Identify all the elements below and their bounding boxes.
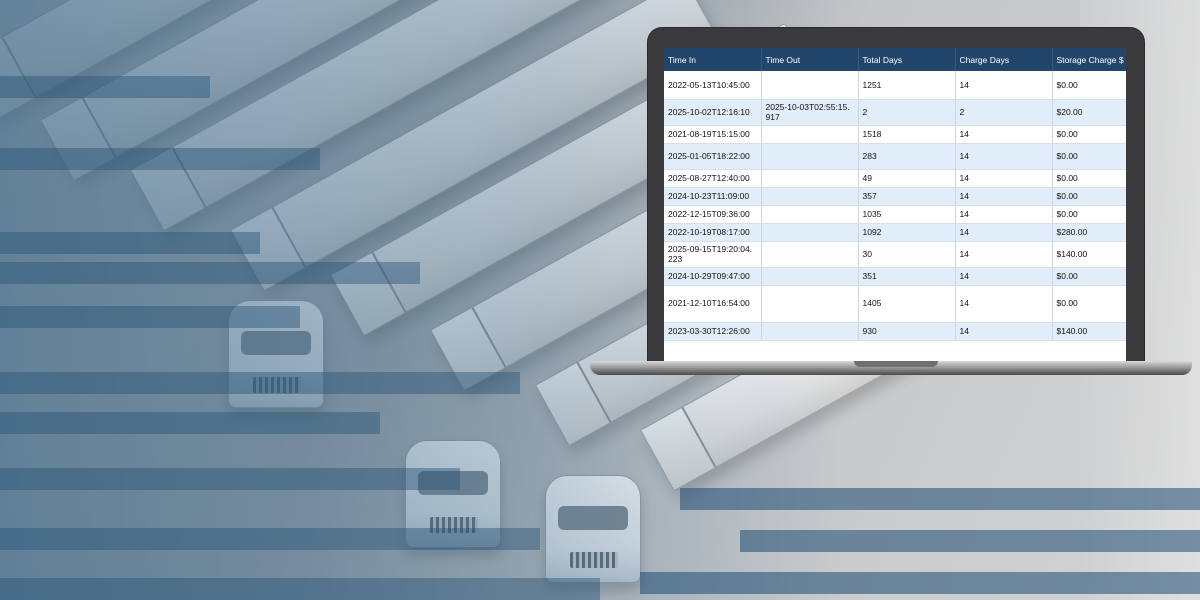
cell-total-days: 2	[858, 99, 956, 126]
cell-storage-charge: $0.00	[1052, 71, 1126, 100]
table-row[interactable]: 2021-12-10T16:54:00 1405 14 $0.00	[664, 285, 1126, 323]
column-header-charge-days[interactable]: Charge Days	[955, 48, 1053, 71]
cell-time-in: 2025-01-05T18:22:00	[664, 143, 762, 170]
cell-time-in: 2022-10-19T08:17:00	[664, 223, 762, 242]
cell-time-in: 2025-09-15T19:20:04.223	[664, 241, 762, 268]
stripe	[0, 412, 380, 434]
laptop-screen: Time In Time Out Total Days Charge Days …	[664, 48, 1126, 361]
cell-storage-charge: $0.00	[1052, 143, 1126, 170]
cell-time-in: 2021-12-10T16:54:00	[664, 285, 762, 323]
stripe	[0, 76, 210, 98]
table-row[interactable]: 2024-10-23T11:09:00 357 14 $0.00	[664, 187, 1126, 206]
cell-charge-days: 14	[955, 187, 1053, 206]
storage-charges-table: Time In Time Out Total Days Charge Days …	[664, 48, 1126, 341]
table-row[interactable]: 2022-12-15T09:36:00 1035 14 $0.00	[664, 205, 1126, 224]
table-body: 2022-05-13T10:45:00 1251 14 $0.00 2025-10-02…	[664, 71, 1126, 341]
cell-total-days: 357	[858, 187, 956, 206]
cell-total-days: 1092	[858, 223, 956, 242]
cell-time-out	[761, 169, 859, 188]
stripe	[0, 528, 540, 550]
cell-storage-charge: $0.00	[1052, 187, 1126, 206]
cell-time-out	[761, 285, 859, 323]
column-header-total-days[interactable]: Total Days	[858, 48, 956, 71]
table-row[interactable]: 2024-10-29T09:47:00 351 14 $0.00	[664, 267, 1126, 286]
table-row[interactable]: 2021-08-19T15:15:00 1518 14 $0.00	[664, 125, 1126, 144]
cell-time-in: 2023-03-30T12:26:00	[664, 322, 762, 341]
cell-total-days: 49	[858, 169, 956, 188]
cell-time-in: 2021-08-19T15:15:00	[664, 125, 762, 144]
cell-total-days: 1251	[858, 71, 956, 100]
table-header-row: Time In Time Out Total Days Charge Days …	[664, 48, 1126, 71]
cell-total-days: 30	[858, 241, 956, 268]
cell-time-out	[761, 125, 859, 144]
stripe	[0, 468, 460, 490]
cell-storage-charge: $20.00	[1052, 99, 1126, 126]
stripe	[740, 530, 1200, 552]
cell-charge-days: 14	[955, 143, 1053, 170]
table-row[interactable]: 2025-09-15T19:20:04.223 30 14 $140.00	[664, 241, 1126, 268]
cell-storage-charge: $0.00	[1052, 285, 1126, 323]
stripe	[0, 148, 320, 170]
cell-charge-days: 14	[955, 322, 1053, 341]
cell-storage-charge: $0.00	[1052, 169, 1126, 188]
column-header-time-out[interactable]: Time Out	[761, 48, 859, 71]
stripe	[0, 262, 420, 284]
table-row[interactable]: 2023-03-30T12:26:00 930 14 $140.00	[664, 322, 1126, 341]
stripe	[0, 232, 260, 254]
laptop-notch	[854, 361, 938, 367]
stripe	[680, 488, 1200, 510]
cell-total-days: 1518	[858, 125, 956, 144]
stripe	[640, 572, 1200, 594]
cell-storage-charge: $0.00	[1052, 267, 1126, 286]
stripe	[0, 578, 600, 600]
cell-total-days: 351	[858, 267, 956, 286]
cell-time-out	[761, 241, 859, 268]
cell-time-out	[761, 322, 859, 341]
cell-time-in: 2024-10-23T11:09:00	[664, 187, 762, 206]
cell-time-in: 2024-10-29T09:47:00	[664, 267, 762, 286]
cell-charge-days: 14	[955, 241, 1053, 268]
cell-charge-days: 14	[955, 223, 1053, 242]
table-row[interactable]: 2022-10-19T08:17:00 1092 14 $280.00	[664, 223, 1126, 242]
column-header-storage-charge[interactable]: Storage Charge $	[1052, 48, 1126, 71]
cell-total-days: 1405	[858, 285, 956, 323]
column-header-time-in[interactable]: Time In	[664, 48, 762, 71]
cell-time-out	[761, 143, 859, 170]
cell-charge-days: 14	[955, 71, 1053, 100]
cell-time-out	[761, 267, 859, 286]
cell-total-days: 283	[858, 143, 956, 170]
cell-time-in: 2022-05-13T10:45:00	[664, 71, 762, 100]
cell-storage-charge: $280.00	[1052, 223, 1126, 242]
cell-time-in: 2025-08-27T12:40:00	[664, 169, 762, 188]
table-row[interactable]: 2025-01-05T18:22:00 283 14 $0.00	[664, 143, 1126, 170]
cell-time-in: 2025-10-02T12:16:10	[664, 99, 762, 126]
cell-charge-days: 14	[955, 125, 1053, 144]
cell-time-out	[761, 71, 859, 100]
cell-charge-days: 14	[955, 205, 1053, 224]
cell-time-out	[761, 223, 859, 242]
cell-storage-charge: $0.00	[1052, 205, 1126, 224]
table-row[interactable]: 2025-10-02T12:16:10 2025-10-03T02:55:15.9…	[664, 99, 1126, 126]
cell-total-days: 930	[858, 322, 956, 341]
stripe	[0, 372, 520, 394]
cell-charge-days: 14	[955, 285, 1053, 323]
table-row[interactable]: 2022-05-13T10:45:00 1251 14 $0.00	[664, 71, 1126, 100]
stripe	[0, 306, 300, 328]
cell-time-out	[761, 187, 859, 206]
cell-charge-days: 2	[955, 99, 1053, 126]
cell-time-out	[761, 205, 859, 224]
cell-storage-charge: $140.00	[1052, 322, 1126, 341]
cell-time-out: 2025-10-03T02:55:15.917	[761, 99, 859, 126]
cell-charge-days: 14	[955, 169, 1053, 188]
cell-time-in: 2022-12-15T09:36:00	[664, 205, 762, 224]
cell-charge-days: 14	[955, 267, 1053, 286]
cell-total-days: 1035	[858, 205, 956, 224]
cell-storage-charge: $140.00	[1052, 241, 1126, 268]
table-row[interactable]: 2025-08-27T12:40:00 49 14 $0.00	[664, 169, 1126, 188]
cell-storage-charge: $0.00	[1052, 125, 1126, 144]
laptop: Time In Time Out Total Days Charge Days …	[648, 28, 1144, 361]
